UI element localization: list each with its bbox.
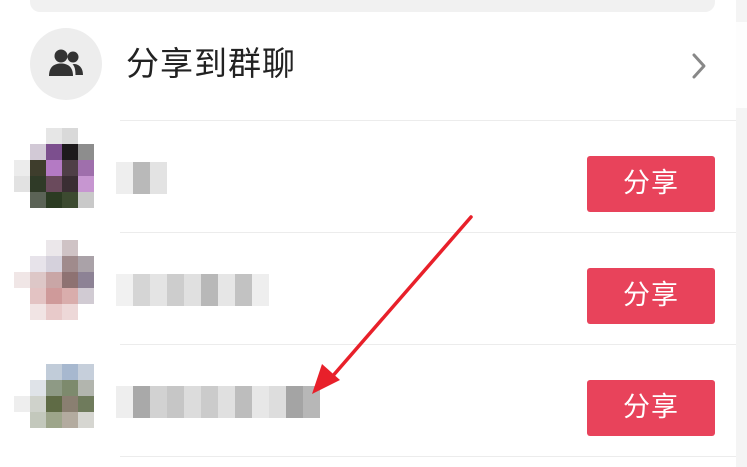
share-to-group-row[interactable]: 分享到群聊	[0, 28, 736, 106]
contact-row: 分享	[0, 240, 736, 352]
contact-row: 分享	[0, 128, 736, 240]
contact-row: 分享	[0, 352, 736, 464]
chevron-right-icon	[692, 53, 706, 79]
group-avatar	[30, 28, 102, 100]
contact-avatar-pixelated	[14, 352, 110, 448]
contact-avatar-pixelated	[14, 240, 110, 336]
share-button[interactable]: 分享	[587, 380, 715, 436]
share-to-group-label: 分享到群聊	[126, 44, 296, 83]
divider	[120, 456, 736, 457]
share-button[interactable]: 分享	[587, 268, 715, 324]
divider	[120, 120, 736, 121]
group-people-icon	[49, 49, 83, 76]
right-panel-edge-highlight	[736, 22, 747, 108]
divider	[120, 232, 736, 233]
share-button[interactable]: 分享	[587, 156, 715, 212]
contact-avatar-pixelated	[14, 128, 110, 224]
top-panel-edge	[30, 0, 715, 12]
divider	[120, 344, 736, 345]
share-panel: 分享到群聊 分享 分享 分享	[0, 0, 747, 467]
